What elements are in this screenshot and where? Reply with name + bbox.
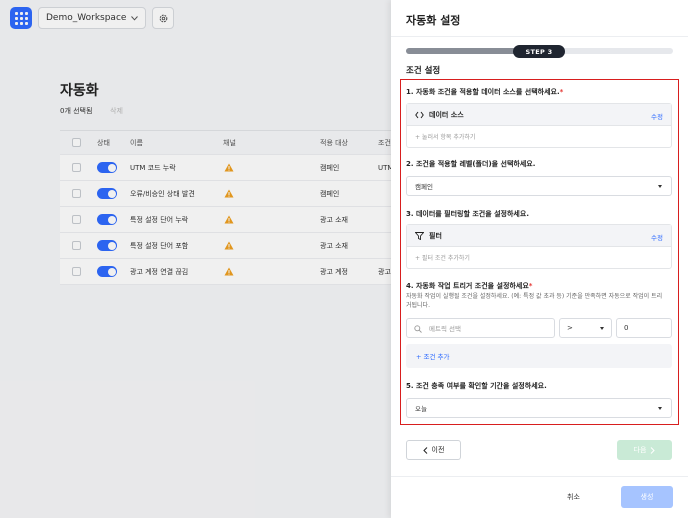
required-mark: * bbox=[559, 88, 564, 96]
filter-card: 필터 수정 + 필터 조건 추가하기 bbox=[406, 224, 672, 269]
required-mark: * bbox=[528, 282, 533, 290]
metric-placeholder: 메트릭 선택 bbox=[429, 325, 461, 333]
add-condition-area: + 조건 추가 bbox=[406, 344, 672, 368]
filter-icon bbox=[415, 231, 424, 240]
q4-text: 4. 자동화 작업 트리거 조건을 설정하세요 bbox=[406, 282, 529, 290]
filter-add[interactable]: + 필터 조건 추가하기 bbox=[407, 247, 671, 268]
chevron-left-icon bbox=[422, 446, 427, 454]
footer-divider bbox=[391, 476, 688, 477]
automation-settings-drawer: 자동화 설정 STEP 3 조건 설정 1. 자동화 조건을 적용할 데이터 소… bbox=[391, 0, 688, 518]
step-badge: STEP 3 bbox=[513, 45, 565, 58]
q1-text: 1. 자동화 조건을 적용할 데이터 소스를 선택하세요. bbox=[406, 88, 560, 96]
data-source-card: 데이터 소스 수정 + 눌러서 항목 추가하기 bbox=[406, 103, 672, 148]
metric-select[interactable]: 메트릭 선택 bbox=[406, 318, 555, 338]
q5-label: 5. 조건 충족 여부를 확인할 기간을 설정하세요. bbox=[406, 382, 547, 390]
operator-value: > bbox=[567, 324, 573, 332]
caret-down-icon bbox=[600, 327, 604, 330]
caret-down-icon bbox=[658, 185, 662, 188]
next-label: 다음 bbox=[633, 446, 647, 454]
q4-label: 4. 자동화 작업 트리거 조건을 설정하세요* bbox=[406, 281, 532, 291]
threshold-value: 0 bbox=[624, 324, 629, 332]
data-source-add[interactable]: + 눌러서 항목 추가하기 bbox=[407, 126, 671, 147]
section-title: 조건 설정 bbox=[406, 66, 441, 76]
period-select-value: 오늘 bbox=[415, 405, 427, 413]
q2-label: 2. 조건을 적용할 레벨(폴더)을 선택하세요. bbox=[406, 160, 536, 168]
add-condition-button[interactable]: + 조건 추가 bbox=[416, 351, 450, 361]
data-source-edit-link[interactable]: 수정 bbox=[651, 111, 663, 121]
data-source-title: 데이터 소스 bbox=[429, 110, 464, 119]
code-icon bbox=[415, 111, 424, 118]
cancel-button[interactable]: 취소 bbox=[567, 492, 580, 502]
title-divider bbox=[391, 36, 688, 37]
chevron-right-icon bbox=[651, 446, 656, 454]
prev-button[interactable]: 이전 bbox=[406, 440, 461, 460]
prev-label: 이전 bbox=[431, 446, 445, 454]
operator-select[interactable]: > bbox=[559, 318, 612, 338]
q3-label: 3. 데이터를 필터링할 조건을 설정하세요. bbox=[406, 210, 529, 218]
next-button[interactable]: 다음 bbox=[617, 440, 672, 460]
period-select[interactable]: 오늘 bbox=[406, 398, 672, 418]
q4-description: 자동화 작업이 실행될 조건을 설정하세요. (예: 특정 값 초과 등) 기준… bbox=[406, 293, 663, 309]
filter-edit-link[interactable]: 수정 bbox=[651, 232, 663, 242]
drawer-title: 자동화 설정 bbox=[406, 14, 461, 27]
filter-header: 필터 수정 bbox=[407, 225, 671, 247]
filter-title: 필터 bbox=[429, 231, 442, 240]
caret-down-icon bbox=[658, 407, 662, 410]
data-source-header: 데이터 소스 수정 bbox=[407, 104, 671, 126]
level-select[interactable]: 캠페인 bbox=[406, 176, 672, 196]
threshold-input[interactable]: 0 bbox=[616, 318, 672, 338]
modal-overlay[interactable] bbox=[0, 0, 391, 518]
create-button[interactable]: 생성 bbox=[621, 486, 673, 508]
search-icon bbox=[414, 325, 422, 333]
level-select-value: 캠페인 bbox=[415, 183, 433, 191]
q1-label: 1. 자동화 조건을 적용할 데이터 소스를 선택하세요.* bbox=[406, 87, 563, 97]
